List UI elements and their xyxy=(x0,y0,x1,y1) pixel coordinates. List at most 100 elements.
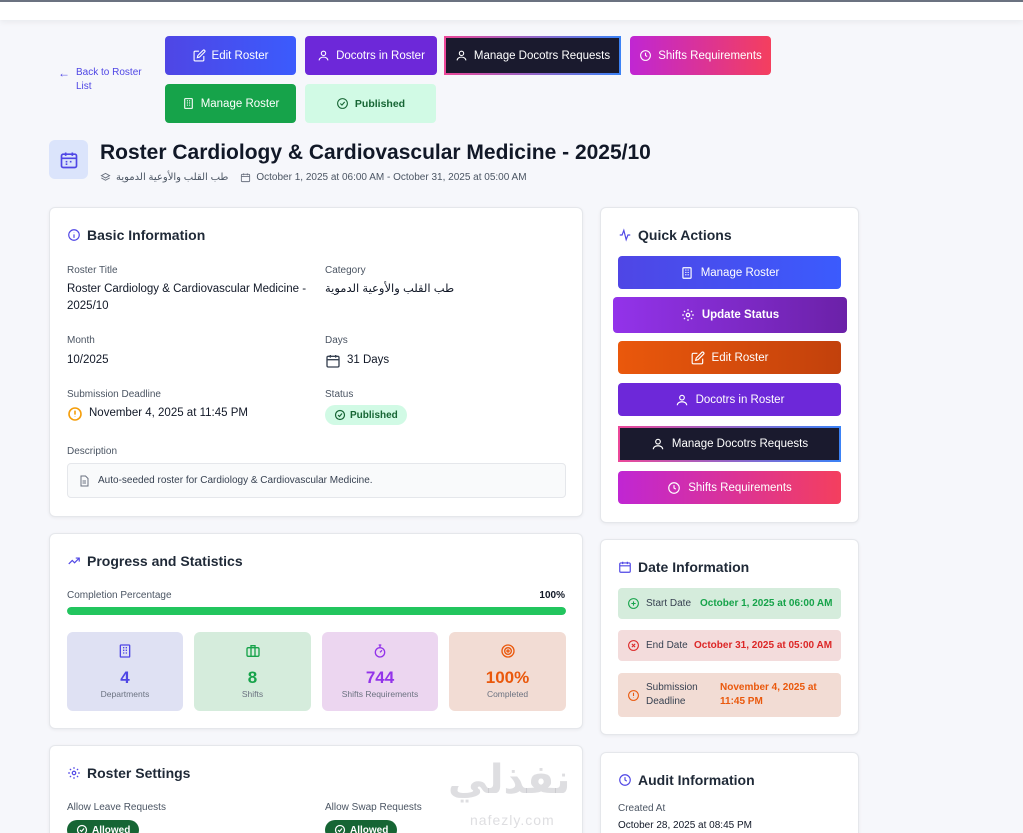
stat-shifts: 8 Shifts xyxy=(194,632,311,711)
stat-shifts-requirements-value: 744 xyxy=(365,668,395,687)
stopwatch-icon xyxy=(374,644,386,658)
category-label: Category xyxy=(325,265,366,276)
date-information-title: Date Information xyxy=(618,559,749,575)
end-date-row: End Date October 31, 2025 at 05:00 AM xyxy=(618,630,841,661)
manage-doctors-requests-button[interactable]: Manage Docotrs Requests xyxy=(444,36,621,75)
building-icon xyxy=(183,98,193,109)
completion-value: 100% xyxy=(539,590,565,601)
days-label: Days xyxy=(325,335,348,346)
manage-roster-button[interactable]: Manage Roster xyxy=(165,84,296,123)
basic-information-card: Basic Information Roster Title Roster Ca… xyxy=(49,207,583,517)
stat-shifts-label: Shifts xyxy=(241,689,264,699)
x-circle-icon xyxy=(628,640,639,651)
qa-doctors-in-roster-button[interactable]: Docotrs in Roster xyxy=(618,383,841,416)
user-icon xyxy=(318,50,329,61)
check-circle-icon xyxy=(334,824,346,833)
stat-completed-value: 100% xyxy=(485,668,530,687)
watermark-logo: نفذلي xyxy=(448,758,571,802)
days-value: 31 Days xyxy=(325,352,389,369)
shifts-requirements-label: Shifts Requirements xyxy=(658,49,762,62)
plus-circle-icon xyxy=(628,598,639,609)
stat-departments-label: Departments xyxy=(100,689,150,699)
stat-completed: 100% Completed xyxy=(449,632,566,711)
arrow-left-icon: ← xyxy=(58,66,70,80)
clock-icon xyxy=(640,50,652,61)
submission-deadline-label: Submission Deadline xyxy=(646,682,698,707)
basic-information-title: Basic Information xyxy=(67,227,205,243)
audit-information-title: Audit Information xyxy=(618,772,755,788)
alert-circle-icon xyxy=(68,406,82,421)
submission-deadline-value: November 4, 2025 at 11:45 PM xyxy=(720,682,817,707)
created-at-value: October 28, 2025 at 08:45 PM xyxy=(618,820,752,831)
document-icon xyxy=(80,475,89,486)
stat-shifts-requirements-label: Shifts Requirements xyxy=(341,689,419,699)
check-circle-icon xyxy=(336,98,348,109)
watermark-url: nafezly.com xyxy=(470,812,555,828)
roster-title-value: Roster Cardiology & Cardiovascular Medic… xyxy=(67,283,307,312)
edit-icon xyxy=(193,49,206,62)
check-circle-icon xyxy=(76,824,88,833)
qa-shifts-requirements-button[interactable]: Shifts Requirements xyxy=(618,471,841,504)
page-title: Roster Cardiology & Cardiovascular Medic… xyxy=(100,141,651,164)
qa-manage-requests-button[interactable]: Manage Docotrs Requests xyxy=(618,426,841,462)
edit-roster-button[interactable]: Edit Roster xyxy=(165,36,296,75)
info-icon xyxy=(68,229,80,241)
manage-roster-label: Manage Roster xyxy=(200,97,280,110)
calendar-icon xyxy=(326,354,340,368)
qa-update-status-button[interactable]: Update Status xyxy=(613,297,847,333)
briefcase-icon xyxy=(245,645,260,657)
start-date-row: Start Date October 1, 2025 at 06:00 AM xyxy=(618,588,841,619)
description-label: Description xyxy=(67,446,118,457)
clock-icon xyxy=(668,481,681,494)
end-date-value: October 31, 2025 at 05:00 AM xyxy=(694,640,833,651)
user-icon xyxy=(456,50,467,61)
allow-swap-badge: Allowed xyxy=(325,820,398,833)
shifts-requirements-button[interactable]: Shifts Requirements xyxy=(630,36,771,75)
date-information-card: Date Information Start Date October 1, 2… xyxy=(600,539,859,735)
back-link-label: Back to Roster List xyxy=(76,67,142,92)
audit-information-card: Audit Information Created At October 28,… xyxy=(600,752,859,833)
top-bar xyxy=(0,0,1023,20)
status-label: Status xyxy=(325,389,354,400)
edit-roster-label: Edit Roster xyxy=(211,49,269,62)
doctors-in-roster-label: Docotrs in Roster xyxy=(336,49,425,62)
title-meta: طب القلب والأوعية الدموية October 1, 202… xyxy=(100,172,527,183)
published-label: Published xyxy=(354,97,406,110)
clock-icon xyxy=(619,774,631,786)
gear-icon xyxy=(681,309,694,321)
progress-statistics-card: Progress and Statistics Completion Perce… xyxy=(49,533,583,729)
status-badge: Published xyxy=(325,405,407,425)
completion-progress-fill xyxy=(67,607,566,615)
back-to-roster-list-link[interactable]: ← Back to Roster List xyxy=(58,66,148,94)
submission-deadline-label: Submission Deadline xyxy=(67,389,161,400)
activity-icon xyxy=(619,228,631,242)
layers-icon xyxy=(100,172,111,181)
user-icon xyxy=(676,394,687,405)
qa-manage-roster-button[interactable]: Manage Roster xyxy=(618,256,841,289)
published-status-button[interactable]: Published xyxy=(305,84,436,123)
description-box: Auto-seeded roster for Cardiology & Card… xyxy=(67,463,566,498)
month-value: 10/2025 xyxy=(67,354,109,366)
edit-icon xyxy=(691,351,705,364)
roster-settings-title: Roster Settings xyxy=(67,765,190,781)
building-icon xyxy=(119,644,131,658)
target-icon xyxy=(500,644,515,658)
completion-label: Completion Percentage xyxy=(67,590,172,601)
category-value: طب القلب والأوعية الدموية xyxy=(325,283,455,295)
qa-edit-roster-button[interactable]: Edit Roster xyxy=(618,341,841,374)
progress-title: Progress and Statistics xyxy=(67,553,243,569)
alert-circle-icon xyxy=(628,689,639,701)
stat-departments: 4 Departments xyxy=(67,632,183,711)
roster-title-label: Roster Title xyxy=(67,265,118,276)
created-at-label: Created At xyxy=(618,803,666,814)
end-date-label: End Date xyxy=(646,640,688,651)
check-circle-icon xyxy=(334,409,346,421)
doctors-in-roster-button[interactable]: Docotrs in Roster xyxy=(305,36,437,75)
date-range-text: October 1, 2025 at 06:00 AM - October 31… xyxy=(256,172,527,183)
stat-shifts-value: 8 xyxy=(247,668,258,687)
manage-requests-label: Manage Docotrs Requests xyxy=(473,49,611,62)
category-text: طب القلب والأوعية الدموية xyxy=(116,172,229,183)
calendar-icon xyxy=(619,561,631,573)
trending-up-icon xyxy=(68,557,80,565)
user-icon xyxy=(652,438,664,450)
